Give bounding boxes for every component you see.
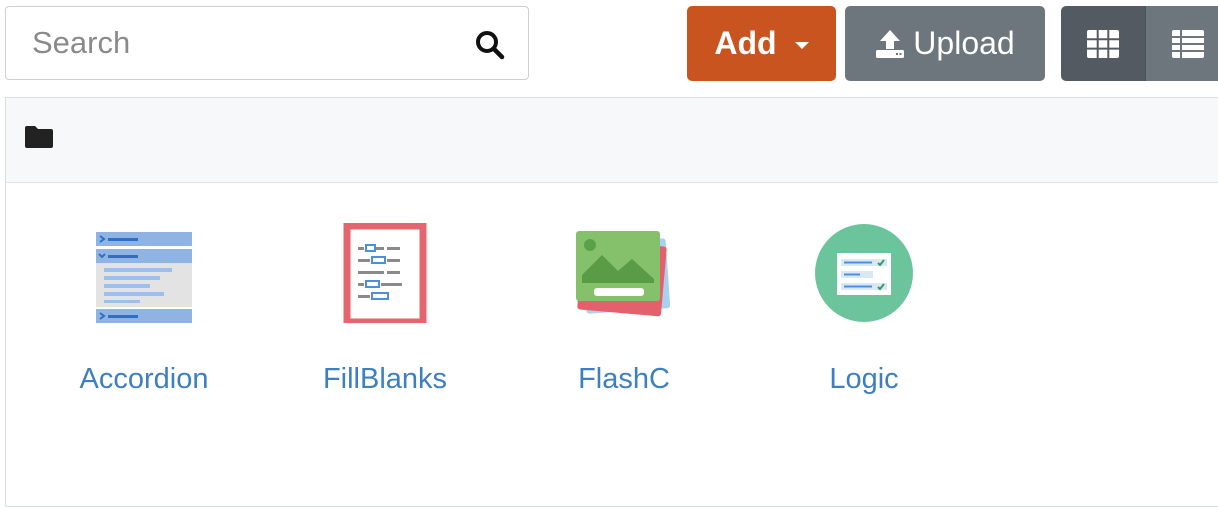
folder-icon[interactable] [24,125,54,154]
add-button-label: Add [714,25,777,61]
search-box [5,6,529,80]
item-accordion[interactable]: Accordion [44,223,244,403]
add-button[interactable]: Add [687,6,836,81]
upload-button-label: Upload [913,25,1015,61]
item-label: FillBlanks [322,363,448,395]
list-view-button[interactable] [1145,6,1218,81]
breadcrumb [6,98,1218,183]
flashcards-icon [576,231,671,317]
item-flashcards[interactable]: FlashC [524,223,724,403]
accordion-icon [96,232,192,323]
logic-icon [815,224,913,322]
file-browser-panel: Accordion FillBlanks FlashC Logic [5,97,1218,507]
item-fillblanks[interactable]: FillBlanks [285,223,485,403]
list-view-icon [1172,29,1204,58]
upload-icon [876,29,905,58]
fillblanks-icon [343,223,427,323]
toolbar: Add Upload [0,0,1218,90]
grid-view-icon [1087,29,1119,58]
search-icon[interactable] [474,29,506,61]
item-label: FlashC [578,363,670,395]
search-input[interactable] [6,7,446,79]
item-logic[interactable]: Logic [764,223,964,403]
caret-down-icon [794,41,809,49]
item-label: Accordion [79,363,209,395]
grid-view-button[interactable] [1061,6,1145,81]
upload-button[interactable]: Upload [845,6,1045,81]
item-label: Logic [829,363,899,395]
